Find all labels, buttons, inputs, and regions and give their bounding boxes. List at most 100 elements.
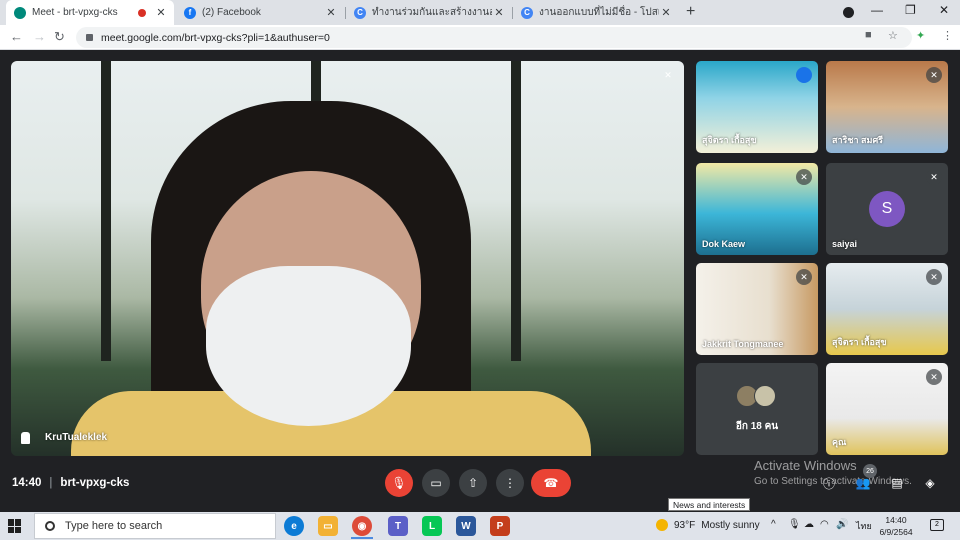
window-frame [101,61,111,361]
more-options-button[interactable]: ⋮ [496,469,524,497]
participant-name: Dok Kaew [702,239,746,249]
minimize-button[interactable]: — [871,3,883,17]
avatar [754,385,776,407]
participant-name: สุจิตรา เกื้อสุข [702,135,757,145]
more-participants-tile[interactable]: อีก 18 คน [696,363,818,455]
participant-tile[interactable]: สุจิตรา เกื้อสุข [696,61,818,153]
meeting-time: 14:40 [12,477,42,489]
divider: | [49,477,53,489]
search-placeholder: Type here to search [65,520,163,532]
main-video-tile[interactable]: KruTualeklek ✕ [11,61,684,456]
new-tab-button[interactable]: + [686,3,695,21]
mic-off-icon: ✕ [926,67,942,83]
extension-icon[interactable]: ✦ [916,29,925,42]
mic-off-icon: ✕ [926,169,942,185]
participant-name: สาริชา สมศรี [832,135,884,145]
present-screen-icon: ⇧ [467,476,479,490]
participant-tile[interactable]: ✕ สุจิตรา เกื้อสุข [826,263,948,355]
tab-title: (2) Facebook [202,7,261,18]
weather-sun-icon [656,519,668,531]
line-icon[interactable]: L [422,516,442,536]
tab-canva-poster[interactable]: C งานออกแบบที่ไม่มีชื่อ - โปสเตอร์ ✕ [513,0,679,25]
participant-tile[interactable]: ✕ S saiyai [826,163,948,255]
tab-search-icon[interactable] [843,7,854,18]
active-app-indicator [351,537,373,539]
facebook-icon: f [184,6,196,19]
news-and-interests-widget[interactable]: 93°F Mostly sunny [656,519,760,531]
windows-logo-icon [8,519,14,526]
teams-icon[interactable]: T [388,516,408,536]
mic-toggle-button[interactable]: 🎙 [385,469,413,497]
participant-tile[interactable]: ✕ Dok Kaew [696,163,818,255]
camera-in-use-icon[interactable]: ■ [865,29,872,41]
address-bar[interactable]: meet.google.com/brt-vpxg-cks?pli=1&authu… [76,27,912,48]
back-button[interactable]: ← [10,29,23,44]
camera-toggle-button[interactable]: ▭ [422,469,450,497]
microphone-icon[interactable]: 🎙 [788,519,801,530]
canva-icon: C [354,6,366,19]
news-and-interests-tooltip: News and interests [668,498,751,511]
info-icon: ⓘ [822,476,835,491]
hang-up-icon: ☎ [543,476,559,490]
participant-tile[interactable]: ✕ Jakkrit Tongmanee [696,263,818,355]
close-tab-icon[interactable]: ✕ [324,6,338,19]
tab-meet[interactable]: Meet - brt-vpxg-cks ✕ [6,0,174,25]
close-tab-icon[interactable]: ✕ [154,6,168,19]
wifi-icon[interactable]: ◠ [820,519,829,530]
meeting-details-button[interactable]: ⓘ [821,475,837,491]
taskbar-clock[interactable]: 14:40 6/9/2564 [872,514,920,538]
browser-menu-icon[interactable]: ⋮ [942,29,953,42]
close-tab-icon[interactable]: ✕ [492,6,506,19]
clock-date: 6/9/2564 [879,527,913,537]
word-icon[interactable]: W [456,516,476,536]
bookmark-star-icon[interactable]: ☆ [888,29,898,42]
file-explorer-icon[interactable]: ▭ [318,516,338,536]
chat-button[interactable]: ▤ [889,475,905,491]
edge-icon[interactable]: e [284,516,304,536]
restore-button[interactable]: ❐ [905,3,916,17]
camera-icon: ▭ [430,476,442,490]
participant-tile[interactable]: ✕ สาริชา สมศรี [826,61,948,153]
meeting-code: brt-vpxg-cks [60,477,130,489]
language-indicator[interactable]: ไทย [856,519,872,533]
meeting-info: 14:40 | brt-vpxg-cks [12,477,129,489]
window-frame [511,61,521,361]
windows-logo-icon [8,526,14,533]
taskbar-search-box[interactable]: Type here to search [34,513,276,539]
main-speaker-name: KruTualeklek [45,432,108,443]
present-now-button[interactable]: ⇧ [459,469,487,497]
start-button[interactable] [8,519,22,533]
speaking-indicator-icon [796,67,812,83]
face-mask [206,266,411,426]
participant-name: saiyai [832,239,858,249]
url-text[interactable]: meet.google.com/brt-vpxg-cks?pli=1&authu… [101,32,330,44]
pin-icon[interactable] [21,432,30,444]
chrome-icon[interactable]: ◉ [352,516,372,536]
tab-title: Meet - brt-vpxg-cks [32,7,118,18]
activities-button[interactable]: ◈ [922,475,938,491]
leave-call-button[interactable]: ☎ [531,469,571,497]
mic-off-icon: 🎙 [391,476,407,490]
activities-icon: ◈ [925,476,935,490]
close-window-button[interactable]: ✕ [939,3,949,17]
canva-icon: C [521,6,533,19]
tab-canva-collab[interactable]: C ทำงานร่วมกันและสร้างงานออกแบบกร ✕ [346,0,512,25]
tab-facebook[interactable]: f (2) Facebook ✕ [176,0,344,25]
show-hidden-icons-button[interactable]: ^ [771,519,776,530]
mic-off-icon: ✕ [796,169,812,185]
watermark-title: Activate Windows [754,458,857,473]
volume-icon[interactable]: 🔊 [836,519,848,530]
reload-button[interactable]: ↻ [54,29,65,45]
participant-avatars [736,385,776,407]
powerpoint-icon[interactable]: P [490,516,510,536]
clock-time: 14:40 [885,515,907,525]
onedrive-icon[interactable]: ☁ [804,519,814,530]
tab-title: ทำงานร่วมกันและสร้างงานออกแบบกร [372,7,492,18]
lock-icon [86,34,93,41]
forward-button[interactable]: → [33,29,46,44]
close-tab-icon[interactable]: ✕ [659,6,673,19]
people-icon: 👥 [855,476,871,490]
avatar: S [869,191,905,227]
self-view-tile[interactable]: ✕ คุณ [826,363,948,455]
notification-center-icon[interactable]: 2 [930,519,944,531]
